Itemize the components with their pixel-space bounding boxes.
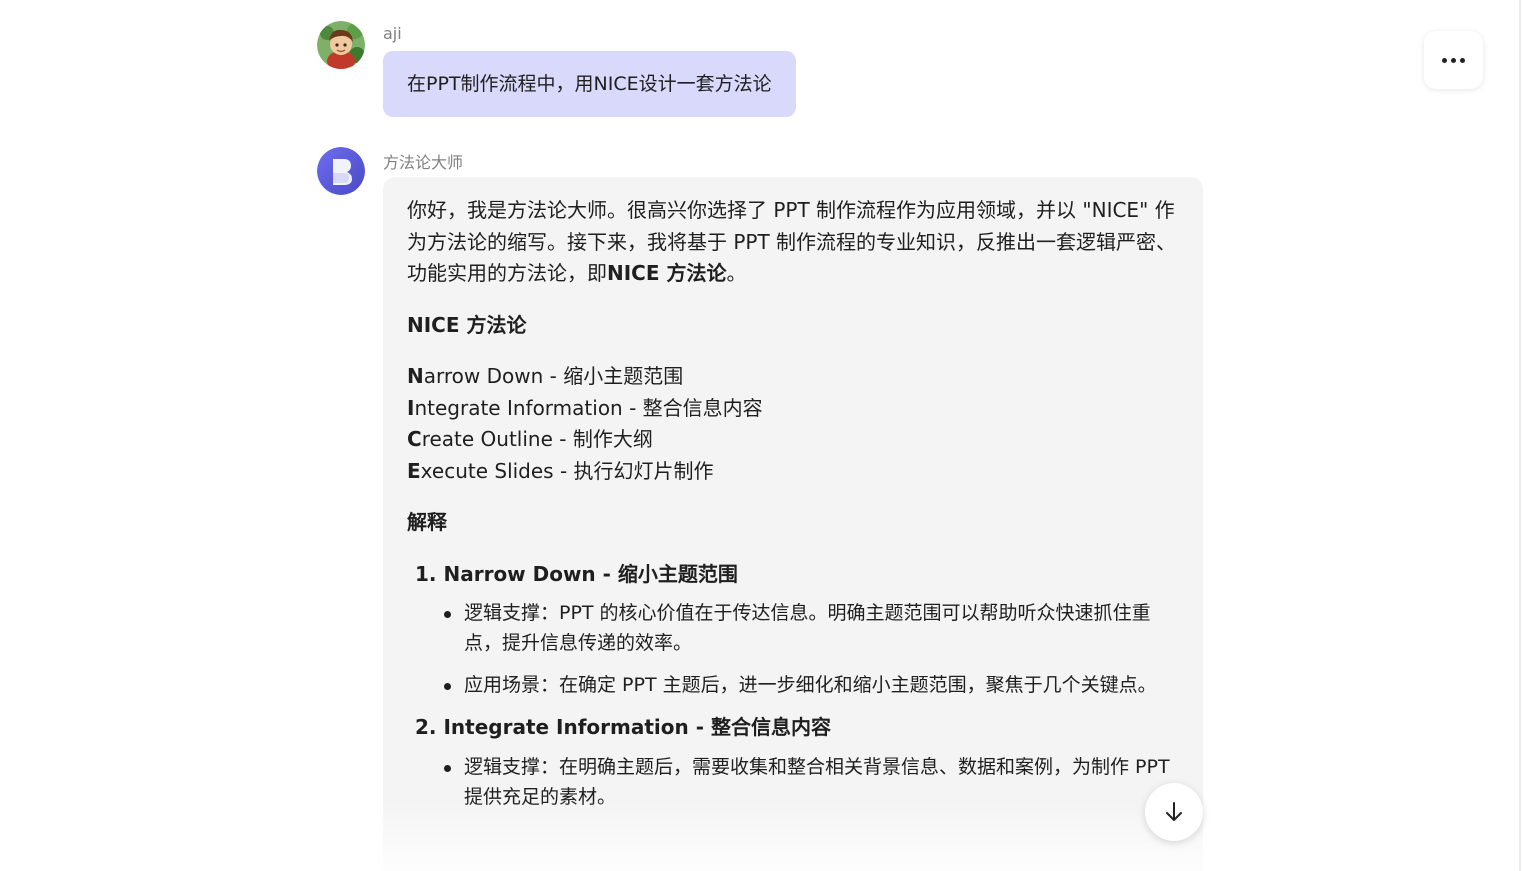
intro-end-text: 。 [726,261,747,285]
detail-heading: 1. Narrow Down - 缩小主题范围 [415,561,738,586]
right-divider [1519,0,1521,871]
user-message-bubble: 在PPT制作流程中，用NICE设计一套方法论 [383,51,796,117]
more-horizontal-icon [1442,57,1465,63]
section-title: NICE 方法论 [407,312,527,337]
bot-avatar[interactable] [317,147,365,195]
nice-item: Create Outline - 制作大纲 [407,427,653,451]
bullet-item: 逻辑支撑：在明确主题后，需要收集和整合相关背景信息、数据和案例，为制作 PPT … [444,752,1179,812]
bot-logo-avatar-icon [317,147,365,195]
chat-page: aji 在PPT制作流程中，用NICE设计一套方法论 方法论大师 你好，我是方法… [0,0,1522,871]
bot-name: 方法论大师 [383,153,464,172]
nice-list: Narrow Down - 缩小主题范围 Integrate Informati… [407,361,1179,487]
user-avatar[interactable] [317,21,365,69]
nice-item: Narrow Down - 缩小主题范围 [407,364,684,388]
intro-text: 你好，我是方法论大师。很高兴你选择了 PPT 制作流程作为应用领域，并以 "NI… [407,198,1177,285]
user-cartoon-avatar-icon [317,21,365,69]
detail-heading: 2. Integrate Information - 整合信息内容 [415,715,831,739]
bullet-item: 应用场景：在确定 PPT 主题后，进一步细化和缩小主题范围，聚焦于几个关键点。 [444,670,1179,700]
intro-bold-text: NICE 方法论 [607,261,727,285]
nice-item: Integrate Information - 整合信息内容 [407,395,763,420]
detail-bullets: 逻辑支撑：PPT 的核心价值在于传达信息。明确主题范围可以帮助听众快速抓住重点，… [407,598,1179,700]
intro-paragraph: 你好，我是方法论大师。很高兴你选择了 PPT 制作流程作为应用领域，并以 "NI… [407,195,1179,290]
explain-title: 解释 [407,510,447,534]
scroll-to-bottom-button[interactable] [1145,783,1203,841]
bullet-item: 逻辑支撑：PPT 的核心价值在于传达信息。明确主题范围可以帮助听众快速抓住重点，… [444,598,1179,658]
detail-bullets: 逻辑支撑：在明确主题后，需要收集和整合相关背景信息、数据和案例，为制作 PPT … [407,752,1179,812]
nice-item: Execute Slides - 执行幻灯片制作 [407,458,714,483]
user-name: aji [383,24,402,43]
bot-message-bubble: 你好，我是方法论大师。很高兴你选择了 PPT 制作流程作为应用领域，并以 "NI… [383,177,1203,871]
arrow-down-icon [1166,802,1182,821]
more-options-button[interactable] [1424,31,1483,89]
